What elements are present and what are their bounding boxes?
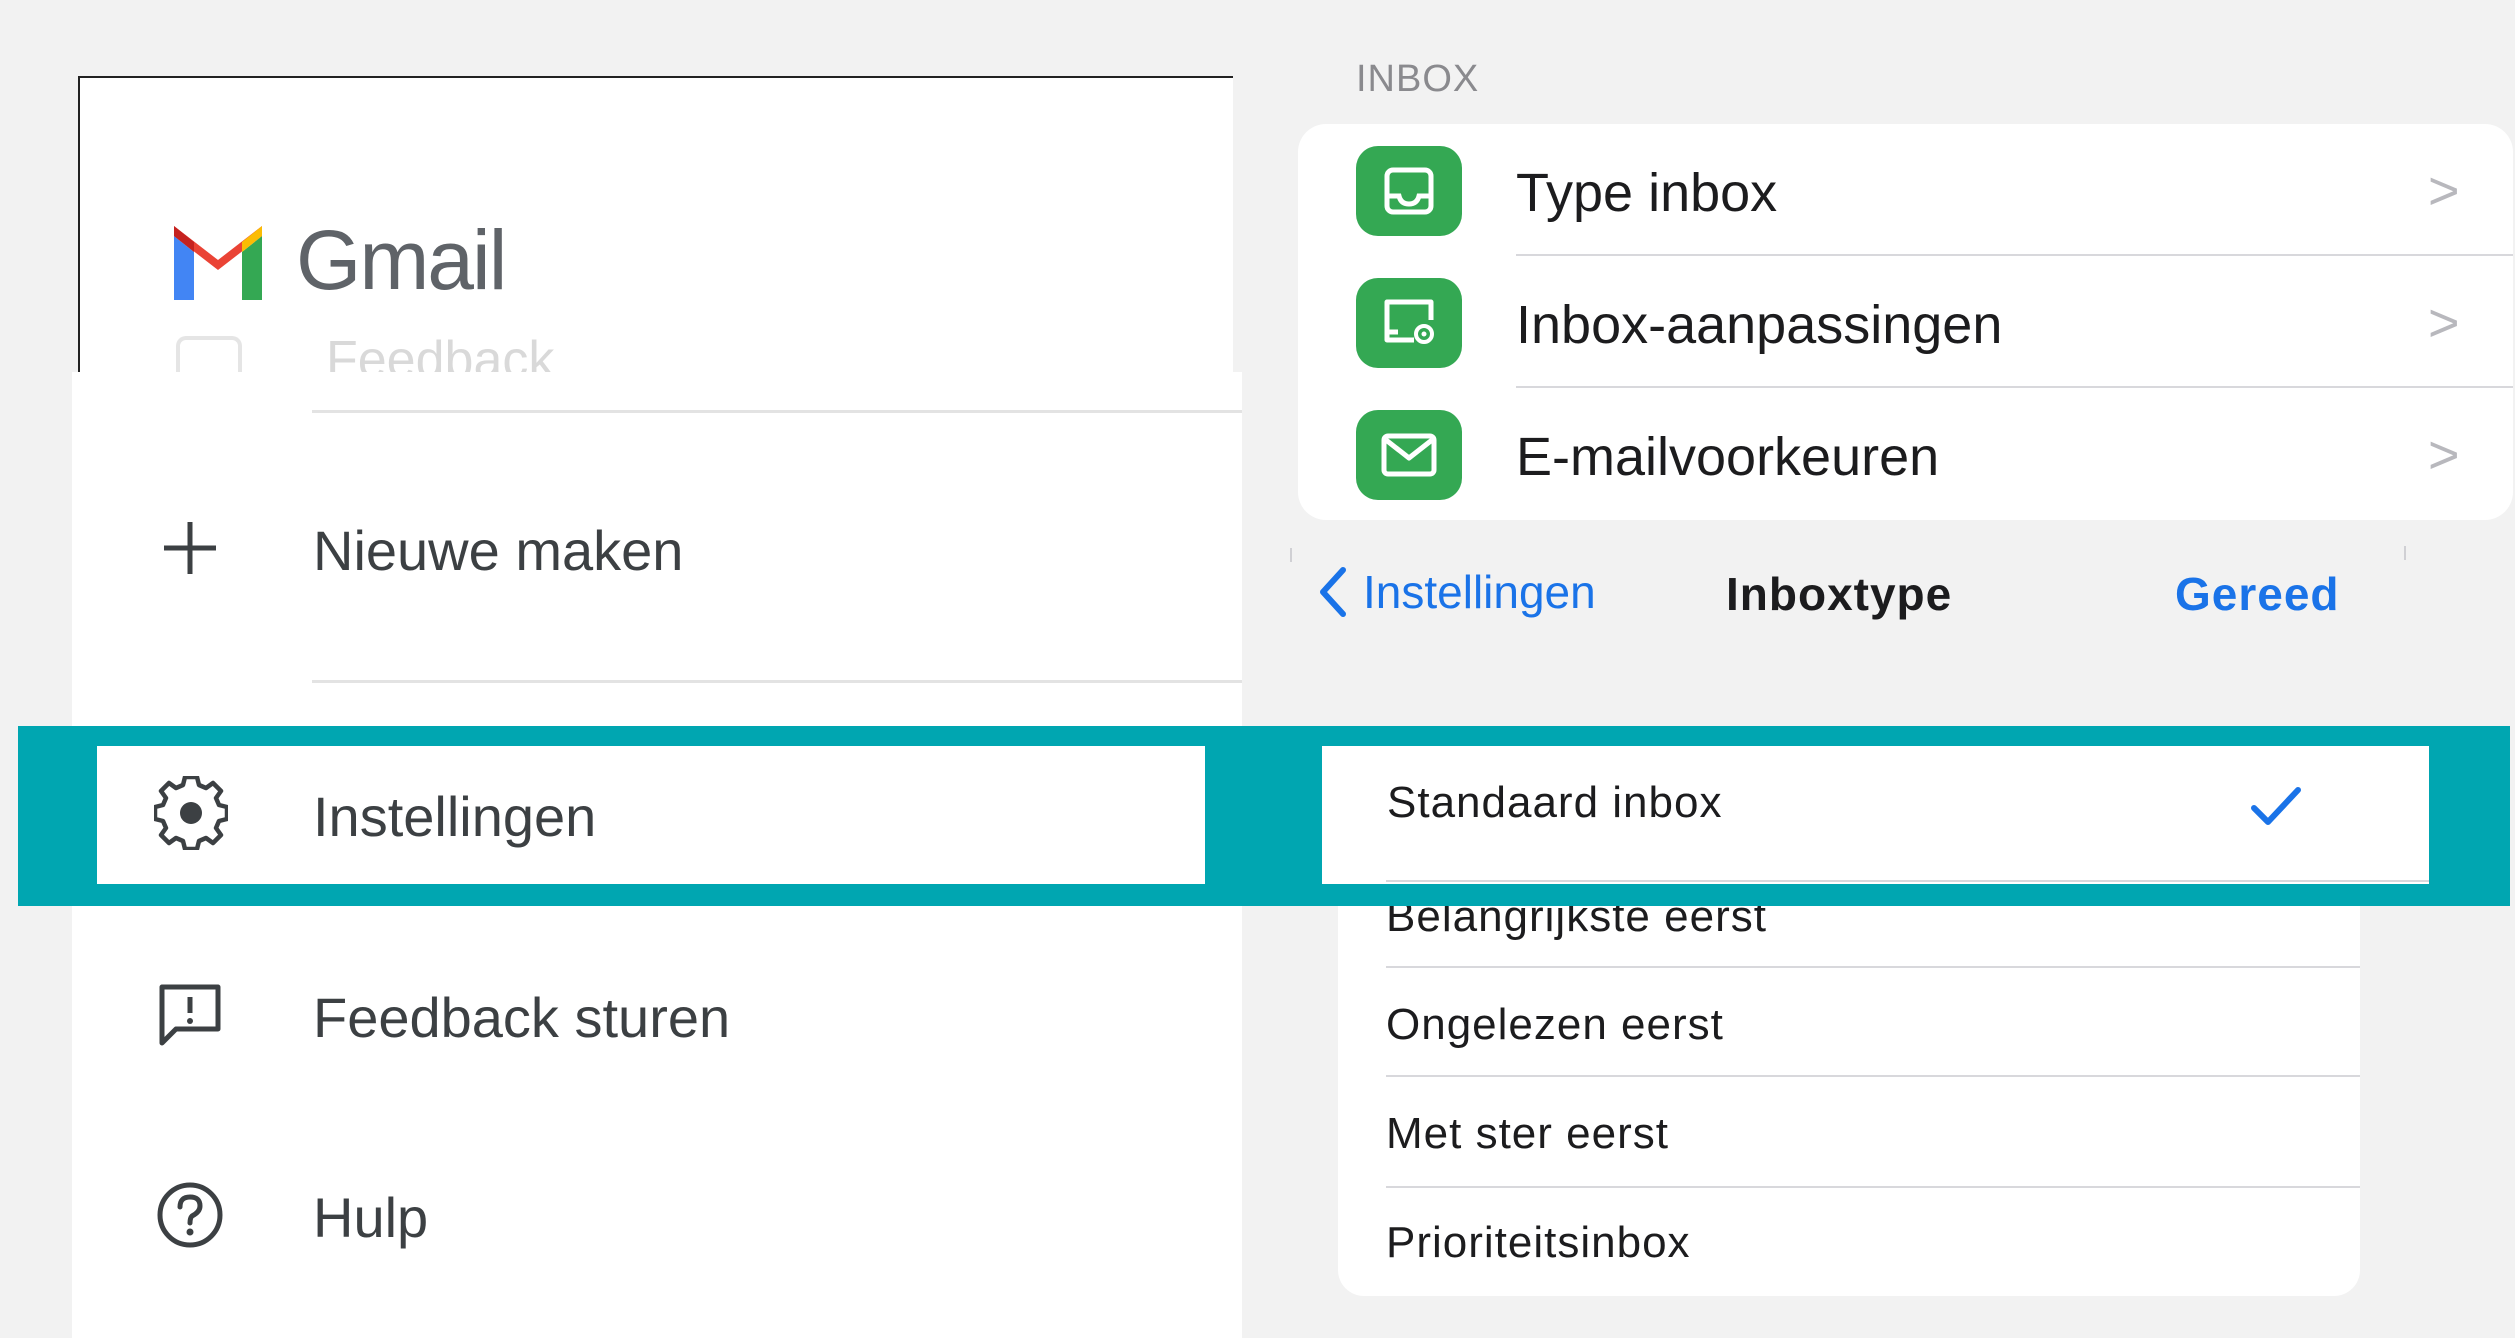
menu-item-new[interactable]: Nieuwe maken — [150, 500, 1240, 600]
settings-row-email-preferences[interactable]: E-mailvoorkeuren > — [1298, 392, 2513, 518]
menu-item-help[interactable]: Hulp — [150, 1165, 1240, 1265]
row-separator — [1386, 880, 2429, 882]
option-starred-first[interactable]: Met ster eerst — [1338, 1079, 2360, 1185]
option-priority-inbox[interactable]: Prioriteitsinbox — [1338, 1190, 2360, 1296]
help-icon — [157, 1182, 223, 1248]
ghost-menu-item: Feedback — [326, 331, 555, 372]
section-header: INBOX — [1356, 58, 1480, 100]
chevron-left-icon — [1320, 567, 1346, 617]
option-label: Prioriteitsinbox — [1386, 1218, 1691, 1267]
menu-item-settings[interactable]: Instellingen — [97, 746, 1205, 884]
chevron-right-icon: > — [2428, 293, 2460, 353]
menu-divider — [312, 410, 1242, 413]
gmail-brand: Gmail — [296, 213, 507, 307]
gmail-logo-icon — [174, 226, 262, 300]
row-separator — [1386, 966, 2360, 968]
navbar-edge — [2404, 546, 2406, 560]
row-separator — [1516, 386, 2513, 388]
settings-row-type-inbox[interactable]: Type inbox > — [1298, 130, 2513, 256]
back-button[interactable]: Instellingen — [1315, 565, 1596, 619]
navbar-edge — [1290, 548, 1292, 562]
inbox-settings-icon — [1356, 278, 1462, 368]
option-label: Standaard inbox — [1387, 778, 1723, 827]
menu-item-label: Instellingen — [313, 785, 597, 848]
chevron-right-icon: > — [2428, 161, 2460, 221]
chevron-right-icon: > — [2428, 425, 2460, 485]
mail-envelope-icon — [1356, 410, 1462, 500]
settings-row-label: Inbox-aanpassingen — [1516, 295, 2003, 355]
back-label: Instellingen — [1363, 566, 1596, 618]
feedback-icon — [159, 984, 221, 1046]
menu-item-label: Nieuwe maken — [313, 519, 684, 582]
row-separator — [1516, 254, 2513, 256]
row-separator — [1386, 1075, 2360, 1077]
gear-icon — [154, 776, 228, 850]
plus-icon — [164, 522, 216, 574]
option-unread-first[interactable]: Ongelezen eerst — [1338, 970, 2360, 1076]
option-standard-inbox[interactable]: Standaard inbox — [1322, 746, 2429, 884]
checkmark-icon — [2251, 787, 2301, 825]
nav-title: Inboxtype — [1726, 568, 1953, 620]
menu-item-label: Feedback sturen — [313, 986, 731, 1049]
menu-item-feedback[interactable]: Feedback sturen — [150, 965, 1240, 1065]
settings-row-inbox-customizations[interactable]: Inbox-aanpassingen > — [1298, 260, 2513, 386]
done-button[interactable]: Gereed — [2175, 567, 2340, 621]
menu-item-label: Hulp — [313, 1186, 429, 1249]
inbox-tray-icon — [1356, 146, 1462, 236]
settings-row-label: E-mailvoorkeuren — [1516, 427, 1940, 487]
row-separator — [1386, 1186, 2360, 1188]
settings-row-label: Type inbox — [1516, 163, 1778, 223]
option-label: Ongelezen eerst — [1386, 1000, 1724, 1049]
option-label: Met ster eerst — [1386, 1109, 1669, 1158]
menu-divider — [312, 680, 1242, 683]
